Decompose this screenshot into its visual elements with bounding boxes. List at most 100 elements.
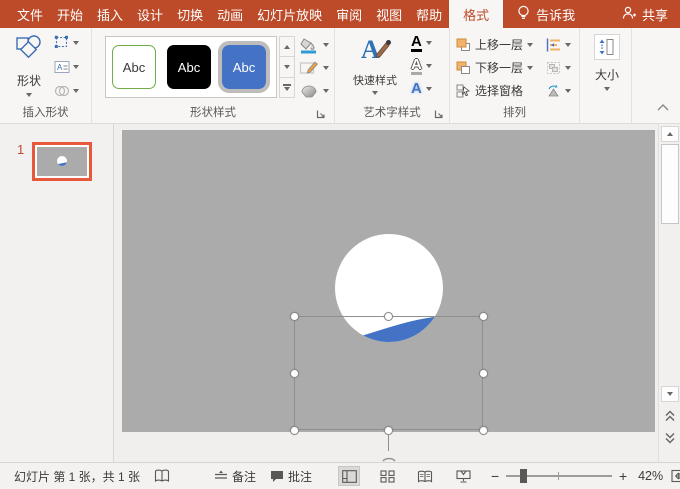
selection-handle-bottom-left[interactable] [290,426,299,435]
reading-view-button[interactable] [414,466,436,486]
shape-outline-dropdown-arrow-icon [323,66,329,70]
insert-shapes-group-label: 插入形状 [0,104,91,120]
tab-view[interactable]: 视图 [369,0,409,28]
slideshow-view-button[interactable] [452,466,474,486]
selection-handle-bottom-center[interactable] [384,426,393,435]
align-button[interactable] [546,36,571,53]
tab-review[interactable]: 审阅 [329,0,369,28]
slide-thumbnail-selected[interactable] [32,142,92,181]
zoom-slider[interactable] [506,469,612,483]
text-fill-dropdown-arrow-icon [426,41,432,45]
edit-shape-button[interactable] [54,34,79,51]
selection-handle-top-left[interactable] [290,312,299,321]
rotate-dropdown-arrow-icon [565,89,571,93]
send-backward-dropdown-arrow-icon [527,66,533,70]
zoom-out-button[interactable]: − [490,468,500,484]
selection-handle-middle-left[interactable] [290,369,299,378]
comments-button[interactable]: 批注 [270,468,312,485]
text-outline-button[interactable]: A [411,57,432,75]
zoom-slider-thumb[interactable] [520,469,527,483]
tab-slideshow[interactable]: 幻灯片放映 [250,0,329,28]
shape-styles-dialog-launcher[interactable] [316,109,326,119]
gallery-more-button[interactable] [279,77,295,98]
group-objects-icon [546,61,561,75]
comments-icon [270,470,284,483]
bring-forward-icon [456,38,471,52]
tell-me-control[interactable]: 告诉我 [517,0,575,28]
normal-view-button[interactable] [338,466,360,486]
notes-button[interactable]: 备注 [214,468,256,485]
shape-style-swatch-blue-selected[interactable]: Abc [222,45,266,89]
tab-insert[interactable]: 插入 [90,0,130,28]
reading-view-icon [417,470,433,483]
text-fill-button[interactable]: A [411,34,432,52]
shapes-icon [14,34,44,67]
send-backward-button[interactable]: 下移一层 [456,59,533,76]
rotate-button[interactable] [546,82,571,99]
text-box-button[interactable]: A [54,58,79,75]
quick-styles-button[interactable]: A 快速样式 [349,34,401,108]
tab-format-active[interactable]: 格式 [449,0,503,28]
selection-pane-icon [456,84,471,98]
next-slide-button[interactable] [662,430,678,446]
slide-sorter-view-button[interactable] [376,466,398,486]
text-outline-dropdown-arrow-icon [426,64,432,68]
share-control[interactable]: 共享 [622,0,668,28]
size-icon [594,34,620,60]
zoom-in-button[interactable]: + [618,468,628,484]
tab-transitions[interactable]: 切换 [170,0,210,28]
selection-handle-bottom-right[interactable] [479,426,488,435]
gallery-more-icon [283,84,291,91]
shapes-button[interactable]: 形状 [8,34,50,108]
merge-shapes-button[interactable] [54,82,79,99]
tab-design[interactable]: 设计 [130,0,170,28]
shape-fill-dropdown-arrow-icon [323,43,329,47]
text-fill-icon: A [411,34,422,52]
text-effects-dropdown-arrow-icon [426,87,432,91]
text-effects-button[interactable]: A [411,80,432,98]
text-box-dropdown-arrow-icon [73,65,79,69]
tab-help[interactable]: 帮助 [409,0,449,28]
size-button[interactable]: 大小 [592,34,622,114]
tab-animations[interactable]: 动画 [210,0,250,28]
rotation-handle-stem [388,435,389,451]
zoom-percentage[interactable]: 42% [638,469,663,483]
comments-label: 批注 [288,468,312,485]
selection-handle-middle-right[interactable] [479,369,488,378]
shape-fill-button[interactable] [299,36,329,54]
wordart-styles-group-label: 艺术字样式 [335,104,449,120]
scroll-down-button[interactable] [661,386,679,402]
shape-effects-button[interactable] [299,82,329,100]
send-backward-label: 下移一层 [475,59,523,76]
scrollbar-thumb[interactable] [661,144,679,224]
scroll-up-button[interactable] [661,126,679,142]
shape-styles-group-label: 形状样式 [92,104,334,120]
previous-slide-button[interactable] [662,408,678,424]
selection-handle-top-right[interactable] [479,312,488,321]
group-insert-shapes: 形状 A 插入形状 [0,28,92,123]
selection-handle-top-center[interactable] [384,312,393,321]
tab-home[interactable]: 开始 [50,0,90,28]
collapse-ribbon-button[interactable] [656,99,670,117]
shape-style-swatch-black[interactable]: Abc [167,45,211,89]
share-label: 共享 [642,5,668,24]
group-shape-styles: Abc Abc Abc [92,28,335,123]
bring-forward-button[interactable]: 上移一层 [456,36,533,53]
slide-sorter-icon [380,470,395,483]
fit-slide-to-window-button[interactable] [671,469,680,483]
powerpoint-window: 文件 开始 插入 设计 切换 动画 幻灯片放映 审阅 视图 帮助 格式 告诉我 … [0,0,680,489]
shape-outline-button[interactable] [299,59,329,77]
spell-check-button[interactable] [154,469,170,483]
shape-style-swatch-green-outline[interactable]: Abc [112,45,156,89]
tab-file[interactable]: 文件 [10,0,50,28]
thumbnail-shape-icon [55,155,69,169]
ribbon: 形状 A 插入形状 Abc [0,28,680,124]
share-person-icon [622,6,637,23]
send-backward-icon [456,61,471,75]
wordart-styles-dialog-launcher[interactable] [434,109,444,119]
gallery-scroll-up-button[interactable] [279,36,295,56]
gallery-scroll-down-button[interactable] [279,56,295,76]
group-objects-button[interactable] [546,59,571,76]
shapes-button-label: 形状 [17,72,41,89]
selection-pane-button[interactable]: 选择窗格 [456,82,533,99]
